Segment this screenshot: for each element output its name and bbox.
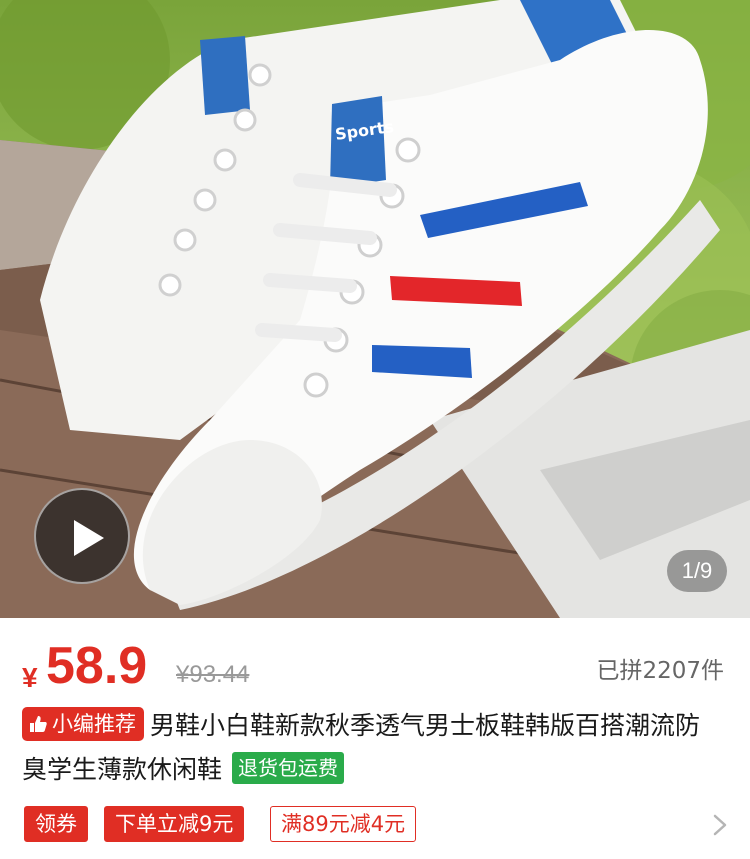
original-price: ¥93.44 xyxy=(176,661,250,688)
get-coupon-button[interactable]: 领券 xyxy=(24,806,88,842)
coupon-threshold-discount[interactable]: 满89元减4元 xyxy=(270,806,417,842)
currency-symbol: ¥ xyxy=(22,662,38,693)
play-video-button[interactable] xyxy=(34,488,130,584)
play-icon xyxy=(74,520,104,556)
chevron-right-icon[interactable] xyxy=(708,810,732,840)
free-return-shipping-badge: 退货包运费 xyxy=(232,752,345,784)
editor-recommend-badge: 小编推荐 xyxy=(22,707,144,741)
product-image[interactable]: Sports 1/9 xyxy=(0,0,750,618)
thumbs-up-icon xyxy=(30,716,47,732)
current-price: 58.9 xyxy=(46,637,148,695)
image-page-counter: 1/9 xyxy=(667,550,727,592)
coupon-instant-discount[interactable]: 下单立减9元 xyxy=(104,806,245,842)
product-title-block: 小编推荐 男鞋小白鞋新款秋季透气男士板鞋韩版百搭潮流防臭学生薄款休闲鞋 退货包运费 xyxy=(22,704,722,792)
sold-count: 已拼2207件 xyxy=(596,658,724,684)
editor-recommend-label: 小编推荐 xyxy=(52,712,136,736)
